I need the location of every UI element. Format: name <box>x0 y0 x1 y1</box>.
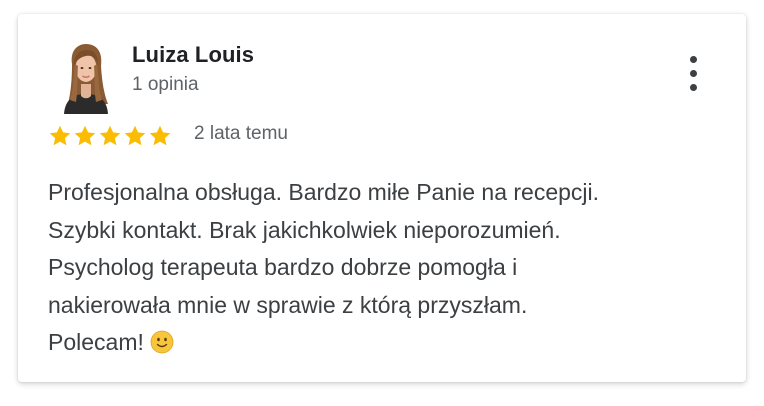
review-line: Psycholog terapeuta bardzo dobrze pomogł… <box>48 254 518 280</box>
more-options-button[interactable] <box>678 54 708 94</box>
star-icon <box>74 125 96 146</box>
review-time: 2 lata temu <box>194 123 288 144</box>
star-icon <box>149 125 171 146</box>
user-photo-icon <box>56 42 116 114</box>
review-line: nakierowała mnie w sprawie z którą przys… <box>48 291 528 318</box>
star-rating <box>48 124 172 148</box>
more-vert-dot <box>690 84 697 91</box>
star-icon <box>99 125 121 146</box>
reviewer-name[interactable]: Luiza Louis <box>132 42 254 68</box>
star-icon <box>124 125 146 146</box>
review-line: Polecam! <box>48 329 144 355</box>
review-line-last: Polecam! <box>48 324 728 362</box>
star-icon <box>49 125 71 146</box>
review-card: Luiza Louis 1 opinia 2 lata temu Profesj… <box>18 14 746 382</box>
avatar[interactable] <box>56 42 116 114</box>
review-text: Profesjonalna obsługa. Bardzo miłe Panie… <box>48 174 728 362</box>
slightly-smiling-face-icon <box>150 330 174 354</box>
review-line: Profesjonalna obsługa. Bardzo miłe Panie… <box>48 179 600 205</box>
review-line: Szybki kontakt. Brak jakichkolwiek niepo… <box>48 216 561 243</box>
more-vert-icon <box>690 56 697 63</box>
more-vert-dot <box>690 70 697 77</box>
review-count: 1 opinia <box>132 74 199 95</box>
